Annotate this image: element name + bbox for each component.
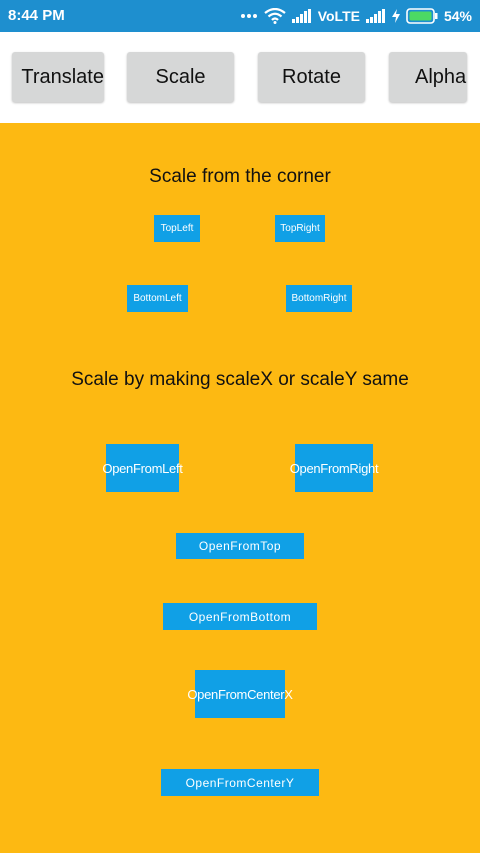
top-left-button[interactable]: TopLeft xyxy=(154,215,200,242)
battery-percent: 54% xyxy=(443,8,472,24)
wifi-icon xyxy=(264,8,286,24)
more-dots-icon xyxy=(240,14,257,18)
tab-label: Translate xyxy=(21,65,104,88)
tab-alpha[interactable]: Alpha xyxy=(389,52,467,102)
open-from-left-button[interactable]: OpenFromLeft xyxy=(102,444,183,492)
tab-label: Scale xyxy=(155,65,206,88)
signal-icon xyxy=(365,9,385,23)
status-bar: 8:44 PM VoLTE 54% xyxy=(0,0,480,32)
open-from-top-button[interactable]: OpenFromTop xyxy=(176,533,304,559)
tab-bar: Translate Scale Rotate Alpha xyxy=(0,32,480,123)
status-icons: VoLTE 54% xyxy=(240,6,472,26)
tab-label: Alpha xyxy=(415,65,467,88)
tab-rotate[interactable]: Rotate xyxy=(258,52,365,102)
open-from-bottom-button[interactable]: OpenFromBottom xyxy=(163,603,317,630)
animation-panel: Scale from the corner TopLeft TopRight B… xyxy=(0,123,480,853)
heading-corner: Scale from the corner xyxy=(149,166,331,187)
heading-same: Scale by making scaleX or scaleY same xyxy=(71,369,409,390)
bottom-left-button[interactable]: BottomLeft xyxy=(127,285,188,312)
top-right-button[interactable]: TopRight xyxy=(275,215,325,242)
status-time: 8:44 PM xyxy=(8,7,65,24)
bottom-right-button[interactable]: BottomRight xyxy=(286,285,352,312)
open-from-center-y-button[interactable]: OpenFromCenterY xyxy=(161,769,319,796)
tab-translate[interactable]: Translate xyxy=(12,52,104,102)
open-from-right-button[interactable]: OpenFromRight xyxy=(290,444,379,492)
network-type: VoLTE xyxy=(317,8,360,24)
tab-label: Rotate xyxy=(282,65,341,88)
signal-icon xyxy=(291,9,311,23)
battery-icon xyxy=(406,8,438,24)
open-from-center-x-button[interactable]: OpenFromCenterX xyxy=(187,670,293,718)
charging-icon xyxy=(391,9,400,23)
tab-scale[interactable]: Scale xyxy=(127,52,234,102)
